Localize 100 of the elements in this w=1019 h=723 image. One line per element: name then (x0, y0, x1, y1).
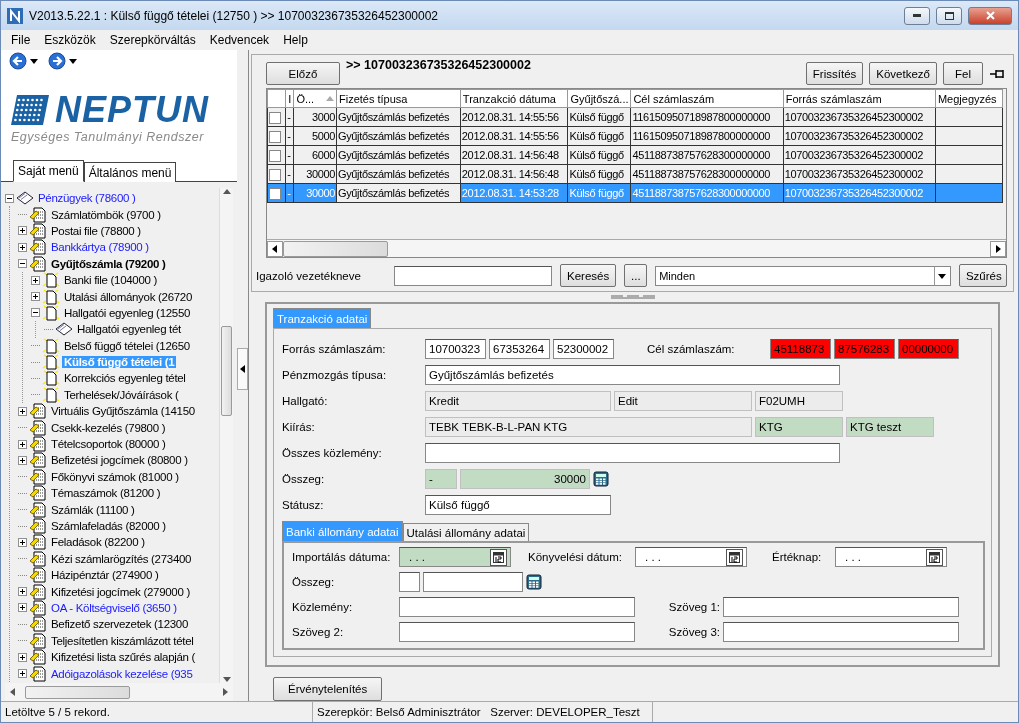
tree-item[interactable]: Kifizetési lista szűrés alapján ( (49, 651, 198, 664)
tree-item[interactable]: Befizetési jogcímek (80800 ) (49, 454, 190, 467)
input-field[interactable] (425, 443, 840, 463)
scrollbar[interactable] (267, 239, 1006, 257)
tree-item[interactable]: Pénzügyek (78600 ) (36, 192, 138, 205)
expander-icon[interactable] (18, 226, 27, 236)
tree-item[interactable]: OA - Költségviselő (3650 ) (49, 601, 179, 614)
expander-icon[interactable] (18, 455, 27, 465)
search-button[interactable]: Keresés (560, 264, 616, 287)
invalidate-button[interactable]: Érvénytelenítés (273, 677, 383, 701)
tree-item[interactable]: Gyűjtőszámla (79200 ) (49, 257, 168, 270)
account-field[interactable]: 67353264 (489, 339, 550, 359)
expander-icon[interactable] (18, 587, 27, 597)
previous-button[interactable]: Előző (266, 62, 340, 85)
input-field[interactable]: Gyűjtőszámlás befizetés (425, 365, 840, 385)
forward-icon[interactable] (48, 52, 66, 70)
form-tab[interactable]: Utalási állomány adatai (402, 523, 530, 541)
checkbox[interactable] (269, 130, 281, 143)
calculator-icon[interactable] (593, 471, 609, 487)
menu-item[interactable]: Help (283, 33, 308, 47)
calendar-icon[interactable] (490, 548, 507, 566)
menu-item[interactable]: Kedvencek (209, 33, 270, 47)
expander-icon[interactable] (18, 669, 27, 678)
tree-item[interactable]: Belső függő tételei (12650 (62, 339, 192, 352)
date-field[interactable]: . . . (399, 547, 511, 567)
expander-icon[interactable] (31, 308, 40, 318)
expander-icon[interactable] (18, 406, 27, 416)
tree-item[interactable]: Csekk-kezelés (79800 ) (49, 421, 168, 434)
pin-icon[interactable] (989, 68, 1007, 80)
expander-icon[interactable] (18, 537, 27, 547)
expander-icon[interactable] (31, 275, 40, 285)
menu-tab[interactable]: Saját menü (13, 160, 84, 182)
tree-item[interactable]: Adóigazolások kezelése (935 (49, 667, 195, 680)
collapse-button[interactable] (237, 347, 248, 390)
tree-item[interactable]: Banki file (104000 ) (62, 274, 160, 287)
calendar-icon[interactable] (926, 548, 943, 566)
amount-field[interactable] (423, 572, 523, 592)
calendar-icon[interactable] (726, 548, 743, 566)
tree-item[interactable]: Bankkártya (78900 ) (49, 241, 151, 254)
tree-item[interactable]: Számlák (11100 ) (49, 503, 137, 516)
scroll-thumb[interactable] (221, 326, 232, 416)
tree-item[interactable]: Postai file (78800 ) (49, 224, 143, 237)
date-field[interactable]: . . . (835, 547, 947, 567)
tree-item[interactable]: Témaszámok (81200 ) (49, 487, 163, 500)
account-field[interactable]: 00000000 (898, 339, 959, 359)
tree-item[interactable]: Terhelések/Jóváírások ( (62, 388, 181, 401)
expander-icon[interactable] (31, 292, 40, 302)
sign-field[interactable] (399, 572, 420, 592)
tree-item[interactable]: Feladások (82200 ) (49, 536, 147, 549)
input-field[interactable] (399, 622, 635, 642)
tree-item[interactable]: Főkönyvi számok (81000 ) (49, 470, 181, 483)
expander-icon[interactable] (18, 242, 27, 252)
calculator-icon[interactable] (526, 574, 542, 590)
tree-item[interactable]: Hallgatói egyenleg tét (75, 323, 183, 336)
toolbar-button[interactable]: Fel (943, 62, 983, 85)
minimize-button[interactable] (904, 6, 930, 25)
menu-item[interactable]: Eszközök (44, 33, 96, 47)
tree-item[interactable]: Kézi számlarögzítés (273400 (49, 552, 194, 565)
tree-item[interactable]: Számlafeladás (82000 ) (49, 520, 168, 532)
expander-icon[interactable] (5, 193, 14, 203)
filter-button[interactable]: Szűrés (958, 264, 1007, 287)
checkbox[interactable] (269, 111, 281, 124)
menu-item[interactable]: Szerepkörváltás (109, 33, 196, 47)
expander-icon[interactable] (18, 652, 27, 662)
tree-item[interactable]: Hallgatói egyenleg (12550 (62, 306, 193, 319)
filter-dropdown[interactable]: Minden (655, 265, 951, 286)
checkbox[interactable] (269, 168, 281, 181)
account-field[interactable]: 87576283 (834, 339, 895, 359)
menu-item[interactable]: File (11, 33, 31, 47)
toolbar-button[interactable]: Frissítés (805, 62, 864, 85)
scrollbar[interactable] (5, 683, 233, 701)
checkbox[interactable] (269, 187, 281, 200)
tree-item[interactable]: Befizető szervezetek (12300 (49, 618, 190, 631)
input-field[interactable] (399, 597, 635, 617)
expander-icon[interactable] (18, 259, 27, 269)
maximize-button[interactable] (936, 6, 962, 25)
tree-item[interactable]: Teljesítetlen kiszámlázott tétel (49, 634, 196, 647)
input-field[interactable] (723, 622, 959, 642)
toolbar-button[interactable]: Következő (869, 62, 937, 85)
input-field[interactable] (394, 265, 552, 286)
tree-item[interactable]: Számlatömbök (9700 ) (49, 208, 163, 221)
tree-item[interactable]: Kifizetési jogcímek (279000 ) (49, 585, 192, 598)
tree-item[interactable]: Korrekciós egyenleg tétel (62, 372, 188, 385)
expander-icon[interactable] (18, 439, 27, 449)
tree-item[interactable]: Virtuális Gyűjtőszámla (14150 (49, 405, 197, 418)
scroll-thumb[interactable] (25, 685, 130, 699)
account-field[interactable]: 45118873 (770, 339, 831, 359)
tree-item[interactable]: Tételcsoportok (80000 ) (49, 438, 168, 451)
tree-item[interactable]: Házipénztár (274900 ) (49, 569, 161, 582)
checkbox[interactable] (269, 149, 281, 162)
account-field[interactable]: 52300002 (553, 339, 614, 359)
input-field[interactable] (723, 597, 959, 617)
date-field[interactable]: . . . (635, 547, 747, 567)
scroll-thumb[interactable] (283, 240, 388, 257)
tree-item[interactable]: Utalási állományok (26720 (62, 290, 195, 303)
account-field[interactable]: 10700323 (425, 339, 486, 359)
back-icon[interactable] (9, 52, 27, 70)
expander-icon[interactable] (18, 603, 27, 613)
input-field[interactable]: Külső függő (425, 495, 611, 515)
splitter-grip-icon[interactable] (610, 295, 655, 299)
